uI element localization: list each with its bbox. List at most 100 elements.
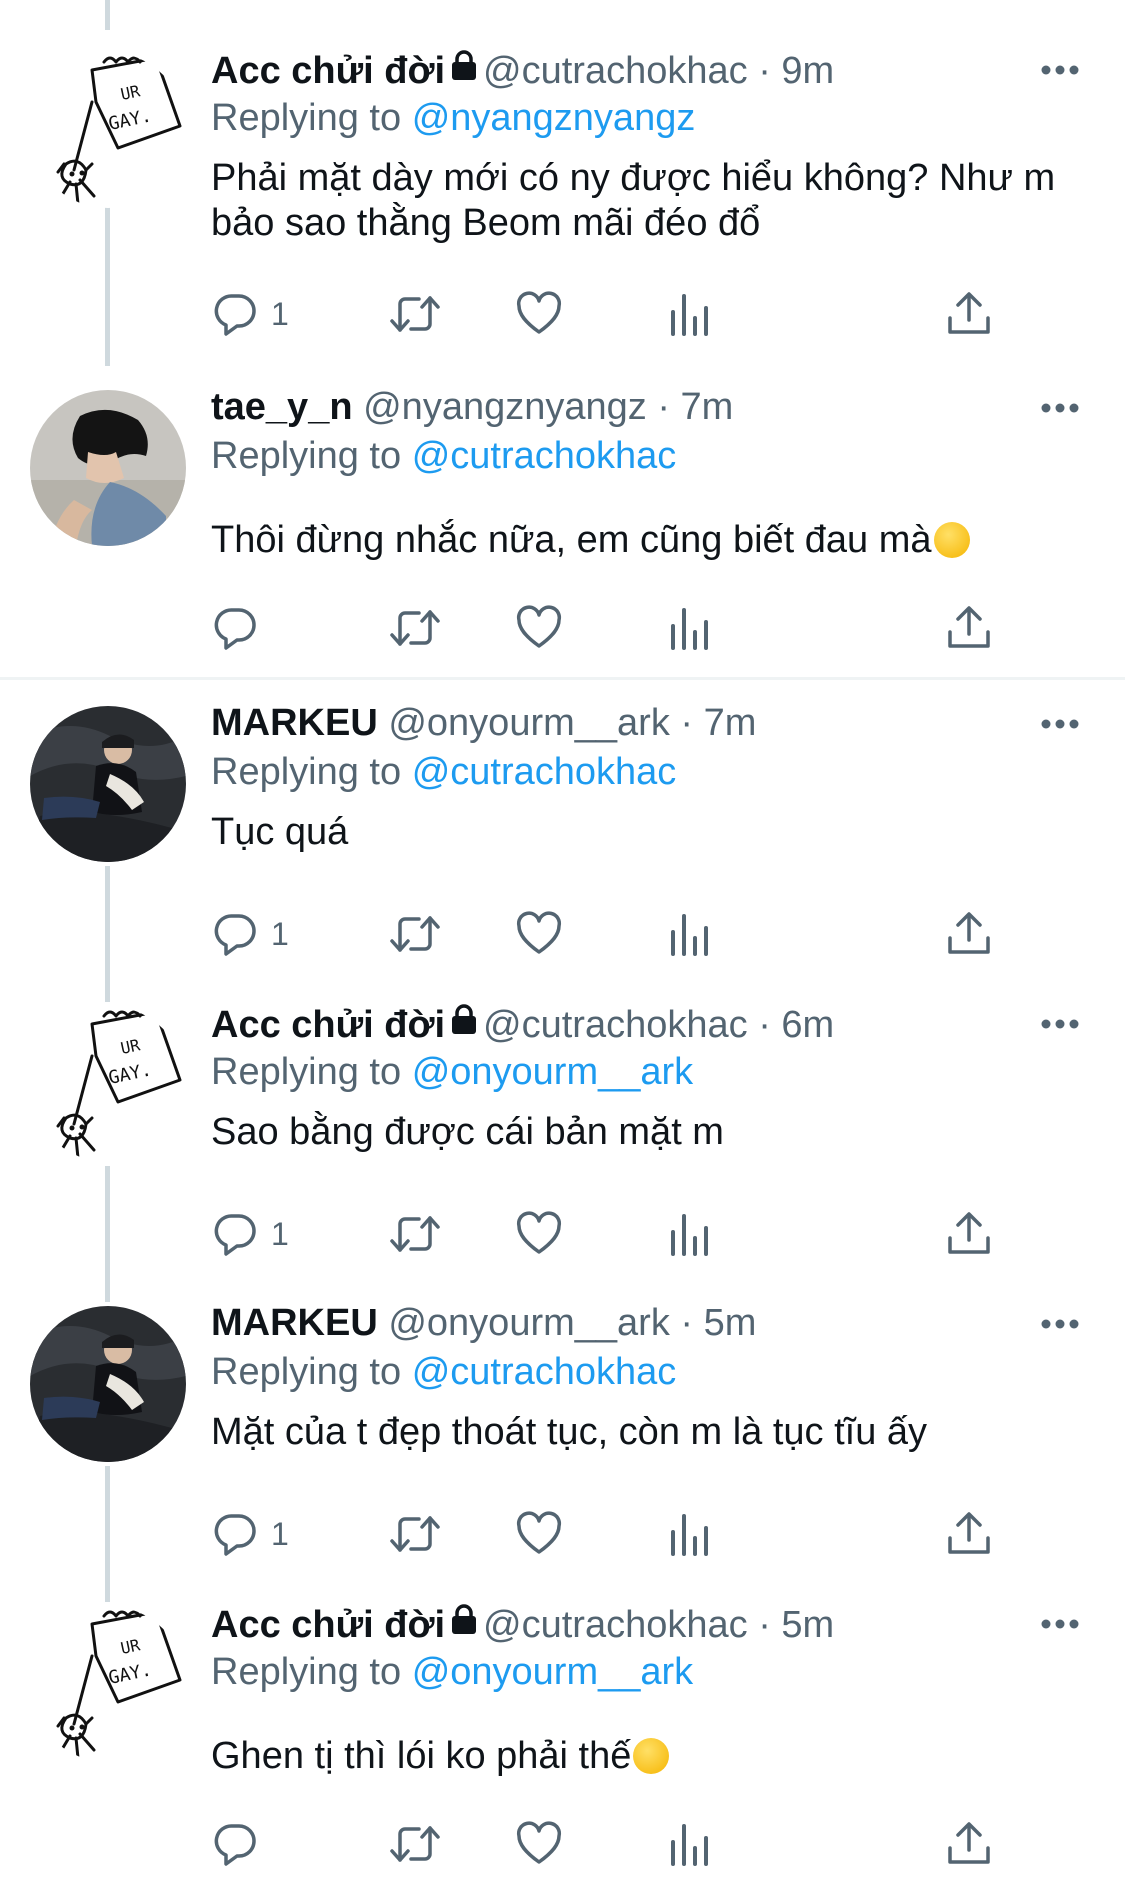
display-name[interactable]: Acc chửi đời	[211, 1604, 445, 1646]
share-upload-icon	[948, 1212, 990, 1254]
replying-to: Replying to @onyourm__ark	[211, 1047, 693, 1097]
tweet-text: Phải mặt dày mới có ny được hiểu không? …	[211, 156, 1081, 246]
avatar[interactable]: UR GAY.	[30, 1606, 186, 1762]
reply-button[interactable]: 1	[211, 289, 289, 339]
replying-to-handle[interactable]: @cutrachokhac	[412, 751, 677, 793]
reply-count: 1	[271, 1515, 289, 1552]
reply-button[interactable]: 1	[211, 909, 289, 959]
like-button[interactable]	[515, 909, 563, 959]
tweet-header: MARKEU @onyourm__ark · 7m	[211, 698, 756, 748]
ur-gay-sketch-avatar: UR GAY.	[56, 56, 182, 206]
thread-connector	[105, 0, 110, 30]
replying-to: Replying to @cutrachokhac	[211, 431, 676, 481]
user-handle[interactable]: @nyangznyangz	[363, 386, 647, 428]
tweet-timestamp[interactable]: 7m	[681, 386, 734, 428]
replying-to-handle[interactable]: @cutrachokhac	[412, 1351, 677, 1393]
user-handle[interactable]: @cutrachokhac	[483, 50, 748, 92]
replying-to-label: Replying to	[211, 1051, 402, 1093]
more-dots-icon[interactable]	[1040, 60, 1080, 85]
reply-thread: UR GAY. Acc chửi đời @cutrachokhac · 9m R…	[0, 0, 1125, 1890]
replying-to-label: Replying to	[211, 751, 402, 793]
views-button[interactable]	[667, 1209, 711, 1259]
more-dots-icon[interactable]	[1040, 1314, 1080, 1339]
sketch-text-gay: GAY.	[107, 1659, 154, 1689]
like-button[interactable]	[515, 1509, 563, 1559]
avatar[interactable]	[30, 390, 186, 546]
share-upload-icon	[948, 606, 990, 648]
tweet-timestamp[interactable]: 5m	[704, 1302, 757, 1344]
like-button[interactable]	[515, 603, 563, 653]
like-button[interactable]	[515, 1819, 563, 1869]
user-handle[interactable]: @onyourm__ark	[388, 1302, 669, 1344]
display-name[interactable]: tae_y_n	[211, 386, 353, 428]
more-dots-icon[interactable]	[1040, 398, 1080, 423]
retweet-icon	[390, 916, 440, 952]
sketch-text-gay: GAY.	[107, 1059, 154, 1089]
replying-to-handle[interactable]: @cutrachokhac	[412, 435, 677, 477]
more-dots-icon[interactable]	[1040, 1014, 1080, 1039]
tweet-timestamp[interactable]: 6m	[781, 1004, 834, 1046]
retweet-button[interactable]	[389, 603, 441, 653]
views-button[interactable]	[667, 909, 711, 959]
user-handle[interactable]: @onyourm__ark	[388, 702, 669, 744]
retweet-button[interactable]	[389, 289, 441, 339]
retweet-button[interactable]	[389, 1509, 441, 1559]
tweet-timestamp[interactable]: 7m	[704, 702, 757, 744]
replying-to-handle[interactable]: @onyourm__ark	[412, 1051, 693, 1093]
dot-separator: ·	[758, 1004, 771, 1047]
user-handle[interactable]: @cutrachokhac	[483, 1604, 748, 1646]
replying-to-handle[interactable]: @onyourm__ark	[412, 1651, 693, 1693]
share-button[interactable]	[945, 1819, 993, 1869]
crying-face-emoji	[933, 522, 970, 558]
reply-button[interactable]: 1	[211, 1209, 289, 1259]
action-bar: 1	[211, 909, 1031, 959]
views-bars-icon	[671, 608, 708, 650]
dot-separator: ·	[680, 1302, 694, 1344]
avatar[interactable]	[30, 706, 186, 862]
more-dots-icon[interactable]	[1040, 1614, 1080, 1639]
heart-icon	[516, 1821, 562, 1864]
tweet-timestamp[interactable]: 5m	[781, 1604, 834, 1646]
dot-separator: ·	[758, 1604, 771, 1647]
views-button[interactable]	[667, 1509, 711, 1559]
ur-gay-sketch-avatar: UR GAY.	[56, 1010, 182, 1160]
views-button[interactable]	[667, 1819, 711, 1869]
views-bars-icon	[671, 294, 708, 336]
retweet-button[interactable]	[389, 1819, 441, 1869]
share-button[interactable]	[945, 909, 993, 959]
heart-icon	[516, 1211, 562, 1254]
retweet-button[interactable]	[389, 1209, 441, 1259]
display-name[interactable]: MARKEU	[211, 1302, 378, 1344]
share-button[interactable]	[945, 603, 993, 653]
display-name[interactable]: MARKEU	[211, 702, 378, 744]
lock-icon	[449, 44, 479, 94]
display-name[interactable]: Acc chửi đời	[211, 50, 445, 92]
tweet-timestamp[interactable]: 9m	[781, 50, 834, 92]
ur-gay-sketch-avatar: UR GAY.	[56, 1610, 182, 1760]
share-upload-icon	[948, 1822, 990, 1864]
user-handle[interactable]: @cutrachokhac	[483, 1004, 748, 1046]
views-button[interactable]	[667, 289, 711, 339]
avatar[interactable]	[30, 1306, 186, 1462]
smirking-face-emoji	[633, 1738, 670, 1774]
avatar[interactable]: UR GAY.	[30, 52, 186, 208]
display-name[interactable]: Acc chửi đời	[211, 1004, 445, 1046]
reply-count: 1	[271, 295, 289, 332]
share-button[interactable]	[945, 1509, 993, 1559]
share-button[interactable]	[945, 289, 993, 339]
reply-button[interactable]	[211, 603, 271, 653]
reply-button[interactable]	[211, 1819, 271, 1869]
thread-connector	[105, 1166, 110, 1302]
more-dots-icon[interactable]	[1040, 714, 1080, 739]
reply-bubble-icon	[214, 1824, 256, 1866]
replying-to-handle[interactable]: @nyangznyangz	[412, 97, 696, 139]
views-button[interactable]	[667, 603, 711, 653]
like-button[interactable]	[515, 1209, 563, 1259]
retweet-button[interactable]	[389, 909, 441, 959]
like-button[interactable]	[515, 289, 563, 339]
retweet-icon	[390, 296, 440, 332]
avatar[interactable]: UR GAY.	[30, 1006, 186, 1162]
lock-icon	[449, 1598, 479, 1648]
reply-button[interactable]: 1	[211, 1509, 289, 1559]
share-button[interactable]	[945, 1209, 993, 1259]
